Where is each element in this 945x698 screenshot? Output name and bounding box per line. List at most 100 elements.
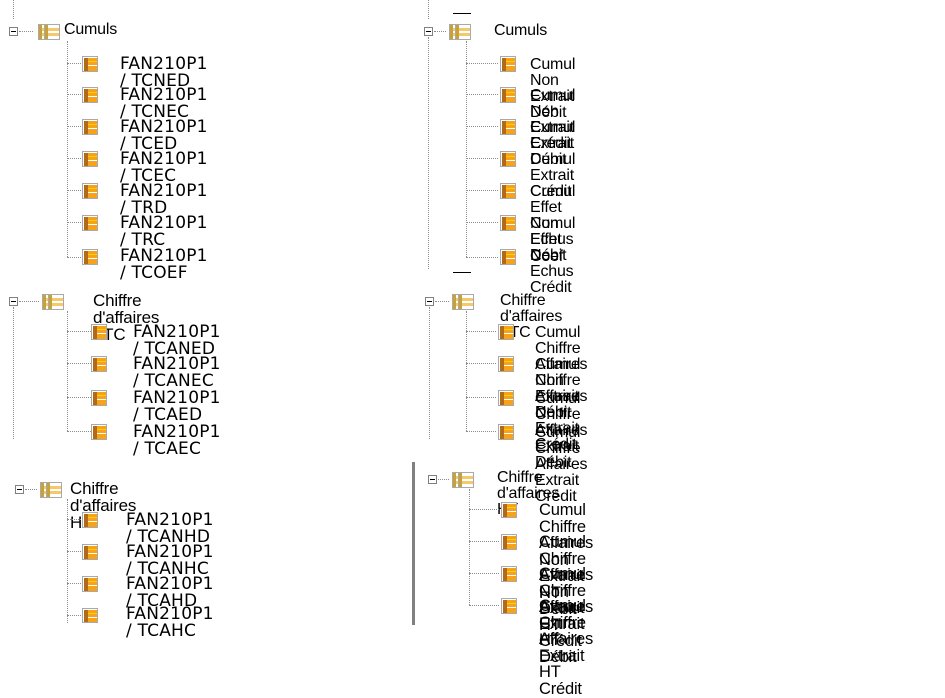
table-icon <box>82 576 98 592</box>
tree-item-label[interactable]: FAN210P1 / TCANEC <box>133 356 221 390</box>
table-icon <box>82 249 98 265</box>
tree-connector <box>469 509 499 510</box>
tree-connector <box>67 397 91 398</box>
tree-connector <box>13 0 14 19</box>
tree-connector <box>67 126 83 127</box>
tree-item-label[interactable]: FAN210P1 / TCANHD <box>126 512 214 546</box>
tree-connector <box>25 489 37 490</box>
table-icon <box>498 356 514 372</box>
tree-connector <box>469 605 499 606</box>
tree-connector <box>67 190 83 191</box>
tree-connector <box>67 551 83 552</box>
tree-item-label[interactable]: FAN210P1 / TCEC <box>120 151 208 185</box>
collapse-minus-icon[interactable] <box>428 475 437 484</box>
tree-item-label[interactable]: Coef <box>530 249 563 265</box>
tree-connector <box>469 541 499 542</box>
tree-connector <box>469 573 499 574</box>
tree-connector <box>428 0 429 19</box>
table-icon <box>82 183 98 199</box>
tree-connector <box>429 307 430 439</box>
tree-connector <box>434 31 446 32</box>
tree-connector <box>19 31 33 32</box>
table-icon <box>82 87 98 103</box>
table-icon <box>500 87 516 103</box>
tree-item-label[interactable]: Cumul Chiffre Affaires Extrait HT Crédit <box>539 598 593 697</box>
table-icon <box>82 151 98 167</box>
table-icon <box>500 249 516 265</box>
selection-tick <box>453 13 471 14</box>
tree-connector <box>469 489 470 605</box>
table-icon <box>500 119 516 135</box>
table-icon <box>498 324 514 340</box>
table-group-icon <box>449 24 471 40</box>
table-icon <box>82 608 98 623</box>
tree-item-label[interactable]: FAN210P1 / TCNEC <box>120 87 208 121</box>
tree-item-label[interactable]: FAN210P1 / TCOEF <box>120 248 208 282</box>
tree-connector <box>13 307 14 439</box>
table-icon <box>82 56 98 72</box>
tree-item-label[interactable]: FAN210P1 / TCANHC <box>126 544 214 578</box>
tree-connector <box>67 583 83 584</box>
tree-item-label[interactable]: FAN210P1 / TCAHC <box>126 606 214 640</box>
tree-connector <box>466 431 496 432</box>
collapse-minus-icon[interactable] <box>15 485 24 494</box>
tree-item-label[interactable]: FAN210P1 / TCED <box>120 119 208 153</box>
table-icon <box>501 598 517 614</box>
tree-connector <box>466 311 467 431</box>
table-group-icon <box>452 294 474 310</box>
selection-tick <box>453 272 471 273</box>
tree-item-label[interactable]: FAN210P1 / TCAEC <box>133 424 221 458</box>
panel-separator <box>412 462 415 625</box>
tree-connector <box>466 63 498 64</box>
table-icon <box>500 183 516 199</box>
tree-connector <box>67 499 68 623</box>
tree-connector <box>67 158 83 159</box>
tree-connector <box>67 63 83 64</box>
table-group-icon <box>42 294 64 310</box>
tree-item-label[interactable]: FAN210P1 / TCAED <box>133 390 221 424</box>
table-icon <box>500 56 516 72</box>
tree-connector <box>67 94 83 95</box>
table-icon <box>501 566 517 582</box>
tree-connector <box>67 257 83 258</box>
table-icon <box>501 502 517 518</box>
collapse-minus-icon[interactable] <box>425 297 434 306</box>
tree-connector <box>466 363 496 364</box>
tree-connector <box>466 257 498 258</box>
table-icon <box>498 424 514 440</box>
table-icon <box>500 151 516 167</box>
collapse-minus-icon[interactable] <box>9 297 18 306</box>
table-icon <box>501 534 517 550</box>
table-icon <box>91 390 107 406</box>
table-icon <box>91 356 107 372</box>
tree-connector <box>466 331 496 332</box>
collapse-minus-icon[interactable] <box>424 27 433 36</box>
tree-connector <box>466 94 498 95</box>
tree-connector <box>435 301 449 302</box>
table-icon <box>82 544 98 560</box>
tree-connector <box>466 158 498 159</box>
group-title[interactable]: Cumuls <box>64 22 117 38</box>
tree-connector <box>67 519 83 520</box>
table-icon <box>82 215 98 231</box>
tree-item-label[interactable]: FAN210P1 / TRC <box>120 215 208 249</box>
tree-item-label[interactable]: FAN210P1 / TCANED <box>133 324 221 358</box>
table-icon <box>82 119 98 135</box>
tree-connector <box>19 301 39 302</box>
table-group-icon <box>40 482 62 498</box>
table-icon <box>498 390 514 406</box>
table-icon <box>91 424 107 440</box>
table-icon <box>82 512 98 528</box>
tree-connector <box>466 190 498 191</box>
table-group-icon <box>38 24 60 40</box>
table-icon <box>91 324 107 340</box>
tree-connector <box>67 363 91 364</box>
group-title[interactable]: Cumuls <box>494 23 547 39</box>
tree-item-label[interactable]: FAN210P1 / TRD <box>120 183 208 217</box>
tree-connector <box>466 126 498 127</box>
tree-connector <box>438 479 449 480</box>
table-group-icon <box>452 472 474 488</box>
tree-connector <box>67 41 68 257</box>
collapse-minus-icon[interactable] <box>9 27 18 36</box>
tree-connector <box>466 397 496 398</box>
